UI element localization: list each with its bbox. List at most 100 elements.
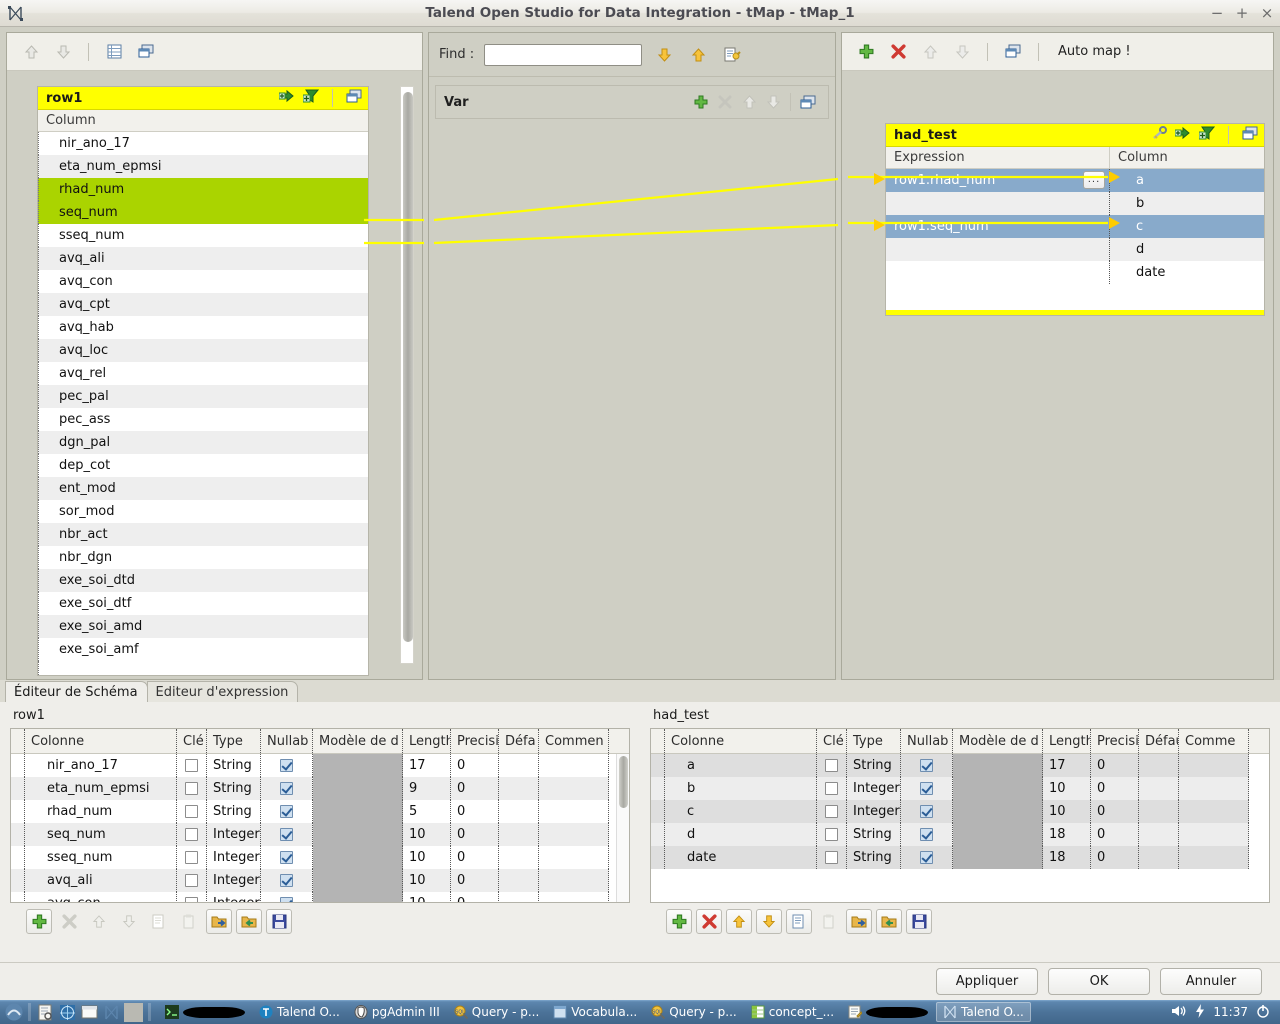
network-icon[interactable]: [58, 1003, 77, 1022]
type-cell[interactable]: String: [207, 754, 261, 777]
taskbar-task[interactable]: [842, 1002, 934, 1022]
nullable-checkbox-cell[interactable]: [901, 777, 953, 800]
type-cell[interactable]: String: [847, 823, 901, 846]
column-name-cell[interactable]: nir_ano_17: [25, 754, 177, 777]
minimize-button[interactable]: −: [1210, 5, 1224, 23]
row-marker[interactable]: [11, 892, 25, 902]
schema-table-row[interactable]: sseq_num Integer 10 0: [11, 846, 629, 869]
row-marker[interactable]: [11, 846, 25, 869]
input-column-row[interactable]: sor_mod: [38, 500, 368, 523]
precision-cell[interactable]: 0: [451, 892, 499, 902]
column-name-cell[interactable]: date: [665, 846, 817, 869]
schema-table-row[interactable]: c Integer 10 0: [651, 800, 1269, 823]
row-marker[interactable]: [11, 869, 25, 892]
import-schema-button[interactable]: [206, 909, 232, 934]
checkbox-unchecked[interactable]: [185, 782, 198, 795]
delete-output-icon[interactable]: [886, 40, 910, 64]
key-checkbox-cell[interactable]: [177, 869, 207, 892]
grid-column-header[interactable]: Défa: [499, 729, 539, 753]
taskbar-task[interactable]: Vocabula...: [547, 1002, 643, 1022]
checkbox-checked[interactable]: [280, 759, 293, 772]
checkbox-unchecked[interactable]: [185, 897, 198, 902]
checkbox-unchecked[interactable]: [185, 759, 198, 772]
input-column-row[interactable]: exe_soi_dtd: [38, 569, 368, 592]
column-name-cell[interactable]: rhad_num: [25, 800, 177, 823]
length-cell[interactable]: 10: [403, 846, 451, 869]
schema-table-row[interactable]: avq_ali Integer 10 0: [11, 869, 629, 892]
comment-cell[interactable]: [539, 846, 609, 869]
precision-cell[interactable]: 0: [1091, 823, 1139, 846]
scrollbar-thumb[interactable]: [403, 92, 413, 642]
key-checkbox-cell[interactable]: [817, 777, 847, 800]
precision-cell[interactable]: 0: [1091, 754, 1139, 777]
row-marker[interactable]: [651, 846, 665, 869]
grid-column-header[interactable]: Défau: [1139, 729, 1179, 753]
checkbox-checked[interactable]: [280, 782, 293, 795]
date-pattern-cell[interactable]: [313, 754, 403, 777]
input-column-row[interactable]: avq_cpt: [38, 293, 368, 316]
start-menu-icon[interactable]: [4, 1003, 23, 1022]
minimize-icon[interactable]: [796, 90, 820, 114]
grid-column-header[interactable]: Type: [207, 729, 261, 753]
nullable-checkbox-cell[interactable]: [901, 823, 953, 846]
row-marker[interactable]: [651, 800, 665, 823]
input-column-row[interactable]: nir_ano_17: [38, 132, 368, 155]
grid-column-header[interactable]: Colonne: [25, 729, 177, 753]
taskbar-task[interactable]: Talend O...: [253, 1002, 346, 1022]
input-column-row[interactable]: rhad_num: [38, 178, 368, 201]
checkbox-checked[interactable]: [280, 897, 293, 902]
talend-icon[interactable]: [102, 1003, 121, 1022]
nullable-checkbox-cell[interactable]: [901, 846, 953, 869]
type-cell[interactable]: Integer: [847, 777, 901, 800]
input-column-row[interactable]: seq_num: [38, 201, 368, 224]
input-column-row[interactable]: eta_num_epmsi: [38, 155, 368, 178]
default-cell[interactable]: [499, 754, 539, 777]
default-cell[interactable]: [1139, 823, 1179, 846]
input-column-row[interactable]: nbr_act: [38, 523, 368, 546]
input-column-row[interactable]: pec_pal: [38, 385, 368, 408]
default-cell[interactable]: [1139, 846, 1179, 869]
checkbox-unchecked[interactable]: [825, 828, 838, 841]
scrollbar-thumb[interactable]: [619, 756, 628, 808]
row-marker[interactable]: [11, 823, 25, 846]
checkbox-checked[interactable]: [280, 805, 293, 818]
type-cell[interactable]: Integer: [207, 846, 261, 869]
column-name-cell[interactable]: b: [665, 777, 817, 800]
add-row-button[interactable]: [26, 909, 52, 934]
schema-table-row[interactable]: rhad_num String 5 0: [11, 800, 629, 823]
tab-schema-editor[interactable]: Éditeur de Schéma: [5, 681, 148, 702]
grid-column-header[interactable]: [11, 729, 25, 753]
precision-cell[interactable]: 0: [1091, 846, 1139, 869]
checkbox-unchecked[interactable]: [185, 805, 198, 818]
minimize-icon[interactable]: [346, 89, 362, 108]
date-pattern-cell[interactable]: [313, 777, 403, 800]
nullable-checkbox-cell[interactable]: [901, 800, 953, 823]
schema-table-row[interactable]: seq_num Integer 10 0: [11, 823, 629, 846]
length-cell[interactable]: 5: [403, 800, 451, 823]
schema-table-row[interactable]: avq_con Integer 100: [11, 892, 629, 902]
default-cell[interactable]: [499, 869, 539, 892]
precision-cell[interactable]: 0: [451, 869, 499, 892]
nullable-checkbox-cell[interactable]: [261, 800, 313, 823]
column-name-cell[interactable]: avq_con: [25, 892, 177, 902]
default-cell[interactable]: [499, 800, 539, 823]
grid-column-header[interactable]: Length: [1043, 729, 1091, 753]
checkbox-unchecked[interactable]: [825, 851, 838, 864]
default-cell[interactable]: [499, 892, 539, 902]
precision-cell[interactable]: 0: [1091, 800, 1139, 823]
comment-cell[interactable]: [539, 823, 609, 846]
column-name-cell[interactable]: seq_num: [25, 823, 177, 846]
battery-icon[interactable]: [1195, 1003, 1205, 1021]
apply-button[interactable]: Appliquer: [936, 968, 1038, 995]
input-table-header[interactable]: row1: [38, 87, 368, 110]
comment-cell[interactable]: [1179, 823, 1249, 846]
comment-cell[interactable]: [1179, 777, 1249, 800]
search-input[interactable]: [484, 43, 643, 66]
checkbox-checked[interactable]: [920, 851, 933, 864]
grid-column-header[interactable]: Nullab: [901, 729, 953, 753]
length-cell[interactable]: 10: [403, 869, 451, 892]
filter-icon[interactable]: [1198, 126, 1216, 144]
save-schema-button[interactable]: [906, 909, 932, 934]
find-options-icon[interactable]: [720, 43, 744, 67]
output-column-cell[interactable]: d: [1110, 238, 1264, 261]
